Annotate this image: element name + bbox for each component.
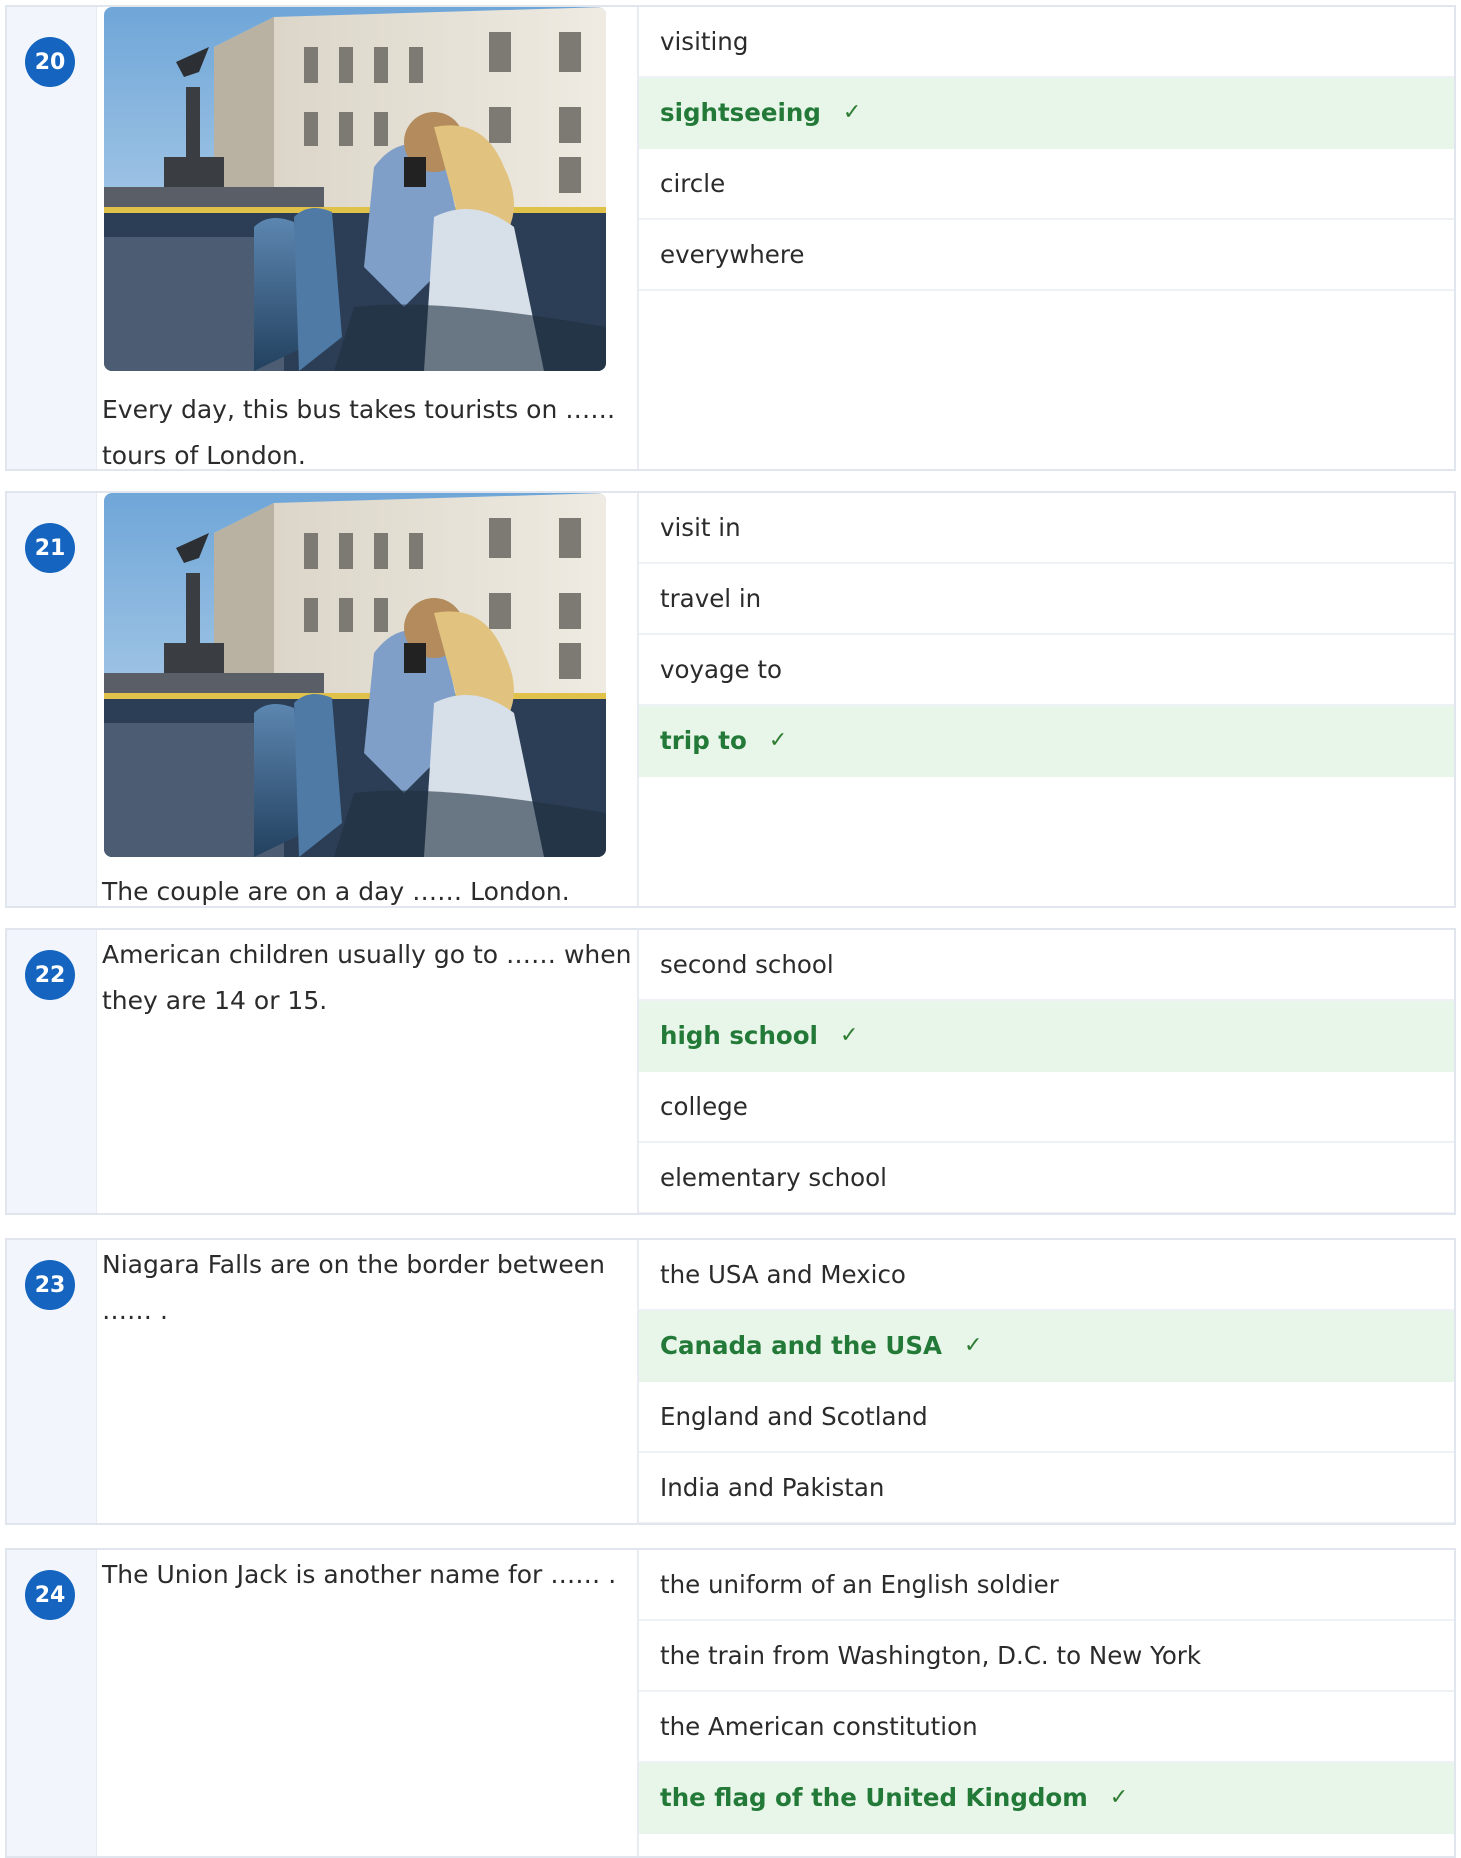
answer-option[interactable]: India and Pakistan — [639, 1453, 1454, 1523]
question-number-badge: 24 — [25, 1570, 75, 1620]
answer-option-label: the train from Washington, D.C. to New Y… — [660, 1641, 1202, 1670]
tour-bus-photo — [104, 7, 606, 371]
answer-options: second school high school ✓ college elementa… — [639, 930, 1454, 1213]
answer-option[interactable]: the American constitution — [639, 1692, 1454, 1763]
answer-option[interactable]: circle — [639, 149, 1454, 220]
question-column: American children usually go to …… when … — [96, 930, 639, 1213]
answer-option[interactable]: second school — [639, 930, 1454, 1001]
answer-option-label: second school — [660, 950, 834, 979]
answer-option-label: trip to — [660, 726, 747, 755]
question-number-badge: 23 — [25, 1260, 75, 1310]
question-card-24: 24 The Union Jack is another name for …… … — [5, 1548, 1456, 1858]
answer-options: visiting sightseeing ✓ circle everywhere — [639, 7, 1454, 291]
answer-option[interactable]: sightseeing ✓ — [639, 78, 1454, 149]
question-text: The couple are on a day …… London. — [102, 877, 570, 906]
question-card-20: 20 Every day, this bus takes tourists on … — [5, 5, 1456, 471]
answer-option[interactable]: the flag of the United Kingdom ✓ — [639, 1763, 1454, 1834]
answer-options: the USA and Mexico Canada and the USA ✓ Eng… — [639, 1240, 1454, 1523]
answer-option[interactable]: college — [639, 1072, 1454, 1143]
answer-option-label: everywhere — [660, 240, 805, 269]
question-number-column: 23 — [7, 1240, 97, 1523]
answer-option-label: the flag of the United Kingdom — [660, 1783, 1088, 1812]
answer-option[interactable]: everywhere — [639, 220, 1454, 291]
question-card-23: 23 Niagara Falls are on the border betwee… — [5, 1238, 1456, 1525]
question-number-column: 22 — [7, 930, 97, 1213]
answer-options: the uniform of an English soldier the tra… — [639, 1550, 1454, 1834]
answer-option-label: India and Pakistan — [660, 1473, 885, 1502]
answer-option-label: the uniform of an English soldier — [660, 1570, 1059, 1599]
answer-option-label: the USA and Mexico — [660, 1260, 906, 1289]
question-text: The Union Jack is another name for …… . — [102, 1560, 617, 1589]
question-number-column: 21 — [7, 493, 97, 906]
answer-option-label: travel in — [660, 584, 762, 613]
answer-option-label: England and Scotland — [660, 1402, 928, 1431]
answer-option-label: college — [660, 1092, 748, 1121]
answer-option[interactable]: voyage to — [639, 635, 1454, 706]
answer-option-label: visit in — [660, 513, 741, 542]
answer-option[interactable]: England and Scotland — [639, 1382, 1454, 1453]
answer-option[interactable]: trip to ✓ — [639, 706, 1454, 777]
question-number-badge: 20 — [25, 37, 75, 87]
question-column: Every day, this bus takes tourists on ……… — [96, 7, 639, 469]
question-card-21: 21 The couple are on a day …… London. visi… — [5, 491, 1456, 908]
answer-option[interactable]: visiting — [639, 7, 1454, 78]
question-number-badge: 21 — [25, 523, 75, 573]
answer-option-label: visiting — [660, 27, 749, 56]
question-number-column: 24 — [7, 1550, 97, 1856]
answer-option[interactable]: the train from Washington, D.C. to New Y… — [639, 1621, 1454, 1692]
question-number-badge: 22 — [25, 950, 75, 1000]
answer-option[interactable]: travel in — [639, 564, 1454, 635]
answer-option[interactable]: Canada and the USA ✓ — [639, 1311, 1454, 1382]
answer-option[interactable]: visit in — [639, 493, 1454, 564]
checkmark-icon: ✓ — [839, 1023, 859, 1048]
checkmark-icon: ✓ — [768, 728, 788, 753]
answer-option[interactable]: high school ✓ — [639, 1001, 1454, 1072]
checkmark-icon: ✓ — [963, 1333, 983, 1358]
answer-option-label: voyage to — [660, 655, 783, 684]
question-text: Niagara Falls are on the border between … — [102, 1250, 605, 1325]
question-card-22: 22 American children usually go to …… whe… — [5, 928, 1456, 1215]
answer-option-label: circle — [660, 169, 726, 198]
question-column: The couple are on a day …… London. — [96, 493, 639, 906]
answer-option-label: high school — [660, 1021, 818, 1050]
tour-bus-photo — [104, 493, 606, 857]
question-text: Every day, this bus takes tourists on ……… — [102, 395, 616, 470]
answer-option[interactable]: elementary school — [639, 1143, 1454, 1213]
answer-option-label: Canada and the USA — [660, 1331, 942, 1360]
answer-options: visit in travel in voyage to trip to ✓ — [639, 493, 1454, 777]
question-number-column: 20 — [7, 7, 97, 469]
answer-option-label: the American constitution — [660, 1712, 978, 1741]
question-column: The Union Jack is another name for …… . — [96, 1550, 639, 1856]
question-text: American children usually go to …… when … — [102, 940, 632, 1015]
answer-option[interactable]: the uniform of an English soldier — [639, 1550, 1454, 1621]
question-column: Niagara Falls are on the border between … — [96, 1240, 639, 1523]
answer-option-label: elementary school — [660, 1163, 887, 1192]
checkmark-icon: ✓ — [1109, 1785, 1129, 1810]
answer-option-label: sightseeing — [660, 98, 821, 127]
checkmark-icon: ✓ — [842, 100, 862, 125]
answer-option[interactable]: the USA and Mexico — [639, 1240, 1454, 1311]
